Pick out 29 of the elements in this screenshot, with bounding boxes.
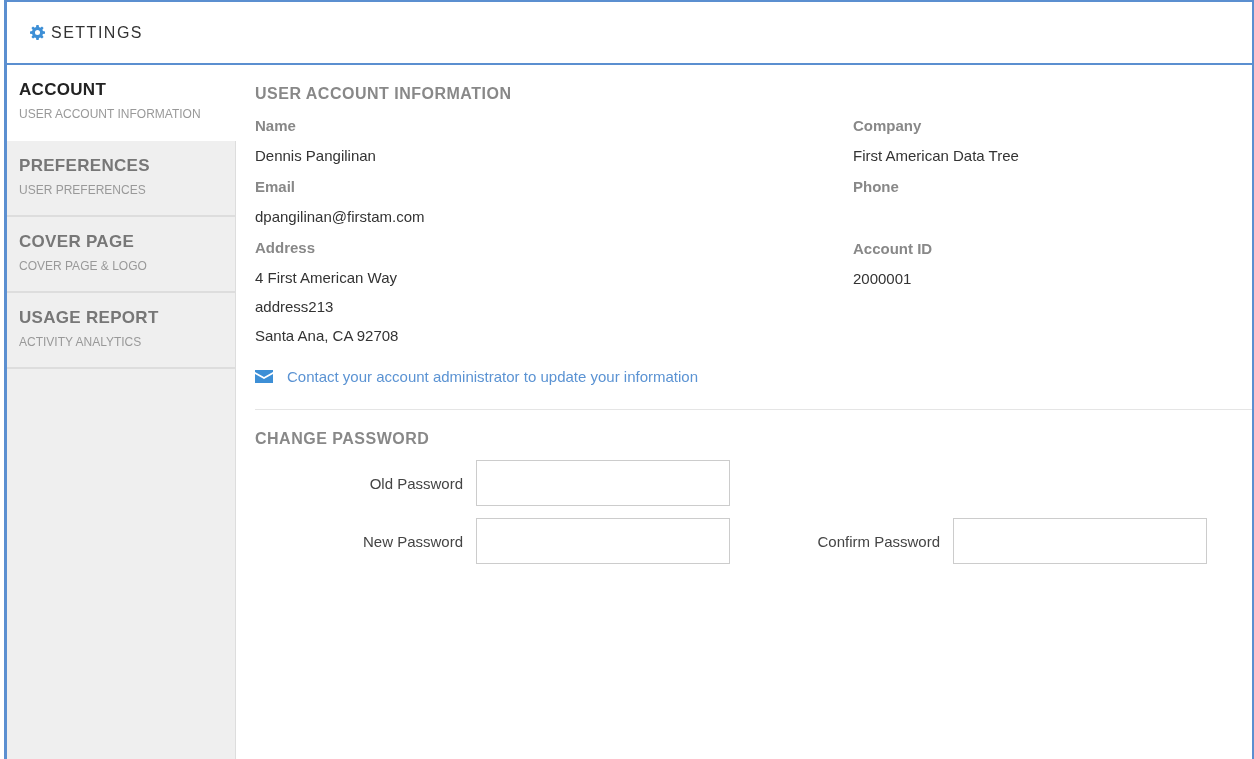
field-value: Dennis Pangilinan (255, 147, 377, 164)
contact-link[interactable]: Contact your account administrator to update your information (287, 368, 699, 385)
password-field[interactable] (476, 460, 730, 506)
sidebar-item[interactable]: USAGE REPORT ACTIVITY ANALYTICS (7, 293, 235, 369)
field-label: Address (255, 239, 317, 256)
field-value: Santa Ana, CA 92708 (255, 327, 400, 344)
field-label: Phone (853, 178, 900, 195)
field-label: Confirm Password (817, 532, 940, 550)
field-value: dpangilinan@firstam.com (255, 208, 426, 225)
field-label: New Password (362, 532, 463, 550)
field-label: Name (255, 117, 297, 134)
section-heading: CHANGE PASSWORD (255, 430, 431, 448)
field-label: Old Password (369, 474, 463, 492)
settings-icon (30, 25, 45, 40)
sidebar-item[interactable]: PREFERENCES USER PREFERENCES (7, 141, 235, 217)
sidebar-item[interactable]: ACCOUNT USER ACCOUNT INFORMATION (7, 65, 236, 141)
field-value: address213 (255, 298, 335, 315)
section-heading: USER ACCOUNT INFORMATION (255, 85, 513, 103)
field-label: Email (255, 178, 297, 195)
field-value: 4 First American Way (255, 269, 398, 286)
field-label: Company (853, 117, 923, 134)
field-label: Account ID (853, 240, 934, 257)
window-title: SETTINGS (51, 23, 143, 42)
field-value: 2000001 (853, 270, 913, 287)
password-field[interactable] (953, 518, 1207, 564)
sidebar-item[interactable]: COVER PAGE COVER PAGE & LOGO (7, 217, 235, 293)
password-field[interactable] (476, 518, 730, 564)
field-value: First American Data Tree (853, 147, 1020, 164)
envelope-icon (255, 370, 273, 383)
